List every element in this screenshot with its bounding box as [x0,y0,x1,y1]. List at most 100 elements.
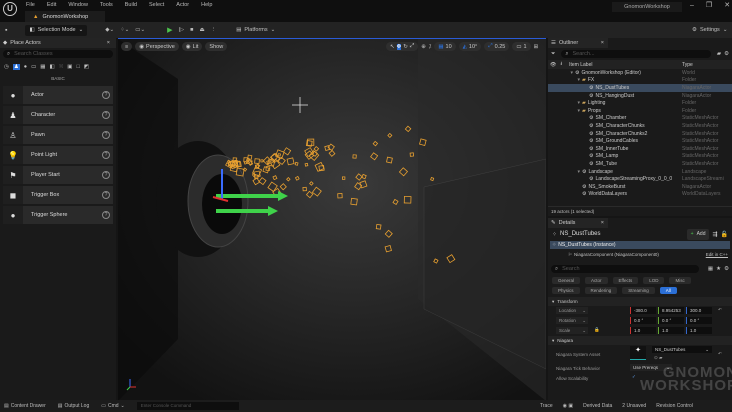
column-item-label[interactable]: Item Label [569,62,592,68]
browse-icon[interactable]: ⊙ ▰ [654,355,662,361]
all-classes-icon[interactable]: ▣ [67,64,72,70]
location-y-field[interactable]: 8.954253 [658,307,684,314]
place-actors-tab[interactable]: ◆ Place Actors × [0,38,116,48]
blueprint-icon[interactable]: ⁘⌄ [120,27,129,33]
viewport-menu-button[interactable]: ≡ [121,42,133,51]
outliner-search-input[interactable]: ⌕ Search... [561,50,711,58]
filter-general[interactable]: General [552,277,581,284]
component-instance-row[interactable]: ⁘ NS_DustTubes (Instance) [550,241,730,249]
outliner-row[interactable]: ▾ ▰ FX Folder [548,77,732,85]
perspective-button[interactable]: ◉ Perspective [135,42,179,51]
outliner-row[interactable]: ⚙ LandscapeStreamingProxy_0_0_0 LandscapeS… [548,175,732,183]
gear-icon[interactable]: ⚙ [724,51,729,57]
level-tab[interactable]: ▲ GnomonWorkshop [25,11,105,22]
component-row[interactable]: ⚐ NiagaraComponent (NiagaraComponent0) Edi… [548,250,732,259]
output-log-button[interactable]: ▤ Output Log [58,403,89,409]
outliner-row[interactable]: ▾ ⚙ Landscape Landscape [548,168,732,176]
recent-icon[interactable]: ◷ [4,64,9,70]
location-z-field[interactable]: 300.0 [686,307,712,314]
location-x-field[interactable]: -380.0 [630,307,656,314]
select-tool-icon[interactable]: ↖ [390,44,395,50]
scale-x-field[interactable]: 1.0 [630,327,656,334]
menu-select[interactable]: Select [149,2,164,8]
details-tab[interactable]: ✎ Details × [548,218,608,228]
add-folder-icon[interactable]: ▰ [717,51,721,57]
cmd-dropdown[interactable]: ▭ Cmd ⌄ [101,403,125,409]
outliner-row[interactable]: ⚙ SM_Tube StaticMeshActor [548,160,732,168]
more-icon[interactable]: ⋮ [211,27,217,33]
trace-button[interactable]: Trace [540,403,553,409]
scale-z-field[interactable]: 1.0 [686,327,712,334]
pin-icon[interactable]: ⭳ [560,61,562,69]
help-icon[interactable]: ? [102,191,110,199]
star-icon[interactable]: ★ [716,266,721,272]
show-button[interactable]: Show [205,42,228,51]
details-search-input[interactable]: ⌕ Search [551,265,699,273]
scale-y-field[interactable]: 1.0 [658,327,684,334]
world-icon[interactable]: ⊕ [421,44,426,50]
geometry-icon[interactable]: ◧ [49,64,54,70]
volumes-icon[interactable]: ⁙ [59,64,64,70]
outliner-row[interactable]: ⚙ WorldDataLayers WorldDataLayers [548,191,732,199]
rotation-x-field[interactable]: 0.0 ° [630,317,656,324]
lights-icon[interactable]: ● [24,64,27,70]
grid-view-icon[interactable]: ▦ [708,266,713,272]
grid-snap-button[interactable]: ▦ 10 [434,42,456,51]
unsaved-button[interactable]: 2 Unsaved [622,403,646,409]
edit-in-cpp-link[interactable]: Edit in C++ [706,252,728,257]
outliner-row[interactable]: ⚙ SM_InnerTube StaticMeshActor [548,145,732,153]
filter-misc[interactable]: Misc [669,277,691,284]
outliner-row[interactable]: ⚙ SM_CharacterChunks2 StaticMeshActor [548,130,732,138]
scale-mode-dropdown[interactable]: Scale ⌄ [556,327,588,334]
close-icon[interactable]: × [107,40,110,46]
revision-control-button[interactable]: Revision Control [656,403,693,409]
platforms-button[interactable]: ▤ Platforms ⌄ [236,27,275,33]
outliner-row[interactable]: ⚙ SM_GroundCables StaticMeshActor [548,137,732,145]
rotation-mode-dropdown[interactable]: Rotation ⌄ [556,317,588,324]
maximize-icon[interactable]: ❐ [706,1,712,9]
level-viewport[interactable]: ≡ ◉ Perspective ◉ Lit Show ↖ ✥ ↻ ⤢ ⊕ ⁒ ▦ 10 ◭ 10… [118,38,546,400]
outliner-row[interactable]: ▾ ▰ Lighting Folder [548,99,732,107]
menu-build[interactable]: Build [125,2,137,8]
shapes-icon[interactable]: □ [77,64,80,70]
filter-streaming[interactable]: Streaming [622,287,655,294]
transform-tools[interactable]: ↖ ✥ ↻ ⤢ [386,42,419,51]
outliner-row[interactable]: ⚙ SM_Chamber StaticMeshActor [548,115,732,123]
outliner-tab[interactable]: ☰ Outliner × [548,38,608,48]
help-icon[interactable]: ? [102,151,110,159]
blueprint-icon[interactable]: ⇶ [712,231,717,238]
filter-actor[interactable]: Actor [585,277,608,284]
location-mode-dropdown[interactable]: Location ⌄ [556,307,588,314]
basic-icon[interactable]: ♟ [12,64,20,70]
content-drawer-button[interactable]: ▤ Content Drawer [4,403,46,409]
menu-actor[interactable]: Actor [176,2,189,8]
asset-thumbnail[interactable]: ✦ [630,346,646,360]
scale-snap-button[interactable]: ⤢ 0.25 [484,42,510,51]
outliner-row[interactable]: ⚙ SM_CharacterChunks StaticMeshActor [548,122,732,130]
filter-icon[interactable]: ⏷ [551,51,555,58]
lit-button[interactable]: ◉ Lit [181,42,203,51]
lock-icon[interactable]: 🔓 [721,231,728,238]
step-icon[interactable]: |▷ [178,27,184,33]
trace-icons[interactable]: ◉ ▣ [563,403,573,409]
add-component-button[interactable]: + Add [686,228,710,240]
rotate-tool-icon[interactable]: ↻ [403,44,408,50]
column-type[interactable]: Type [682,62,693,68]
scale-tool-icon[interactable]: ⤢ [410,43,414,50]
menu-tools[interactable]: Tools [100,2,113,8]
outliner-row[interactable]: ▾ ▰ Props Folder [548,107,732,115]
menu-edit[interactable]: Edit [47,2,56,8]
save-icon[interactable]: ▪ [5,27,7,34]
settings-button[interactable]: ⚙ Settings ⌄ [692,27,727,33]
allow-scalability-checkbox[interactable]: ✓ [632,374,636,380]
filter-all[interactable]: All [659,287,677,294]
outliner-row[interactable]: ▾ ⚙ GnomonWorkshop (Editor) World [548,69,732,77]
gear-icon[interactable]: ⚙ [724,266,729,272]
reset-icon[interactable]: ↶ [718,307,722,313]
filter-lod[interactable]: LOD [643,277,665,284]
actor-item[interactable]: ⚑ Player Start? [3,166,113,184]
play-icon[interactable]: ▶ [167,26,172,34]
eject-icon[interactable]: ⏏ [199,27,204,33]
selection-mode-dropdown[interactable]: ◧ Selection Mode ⌄ [25,24,88,36]
actor-item[interactable]: ♙ Pawn? [3,126,113,144]
